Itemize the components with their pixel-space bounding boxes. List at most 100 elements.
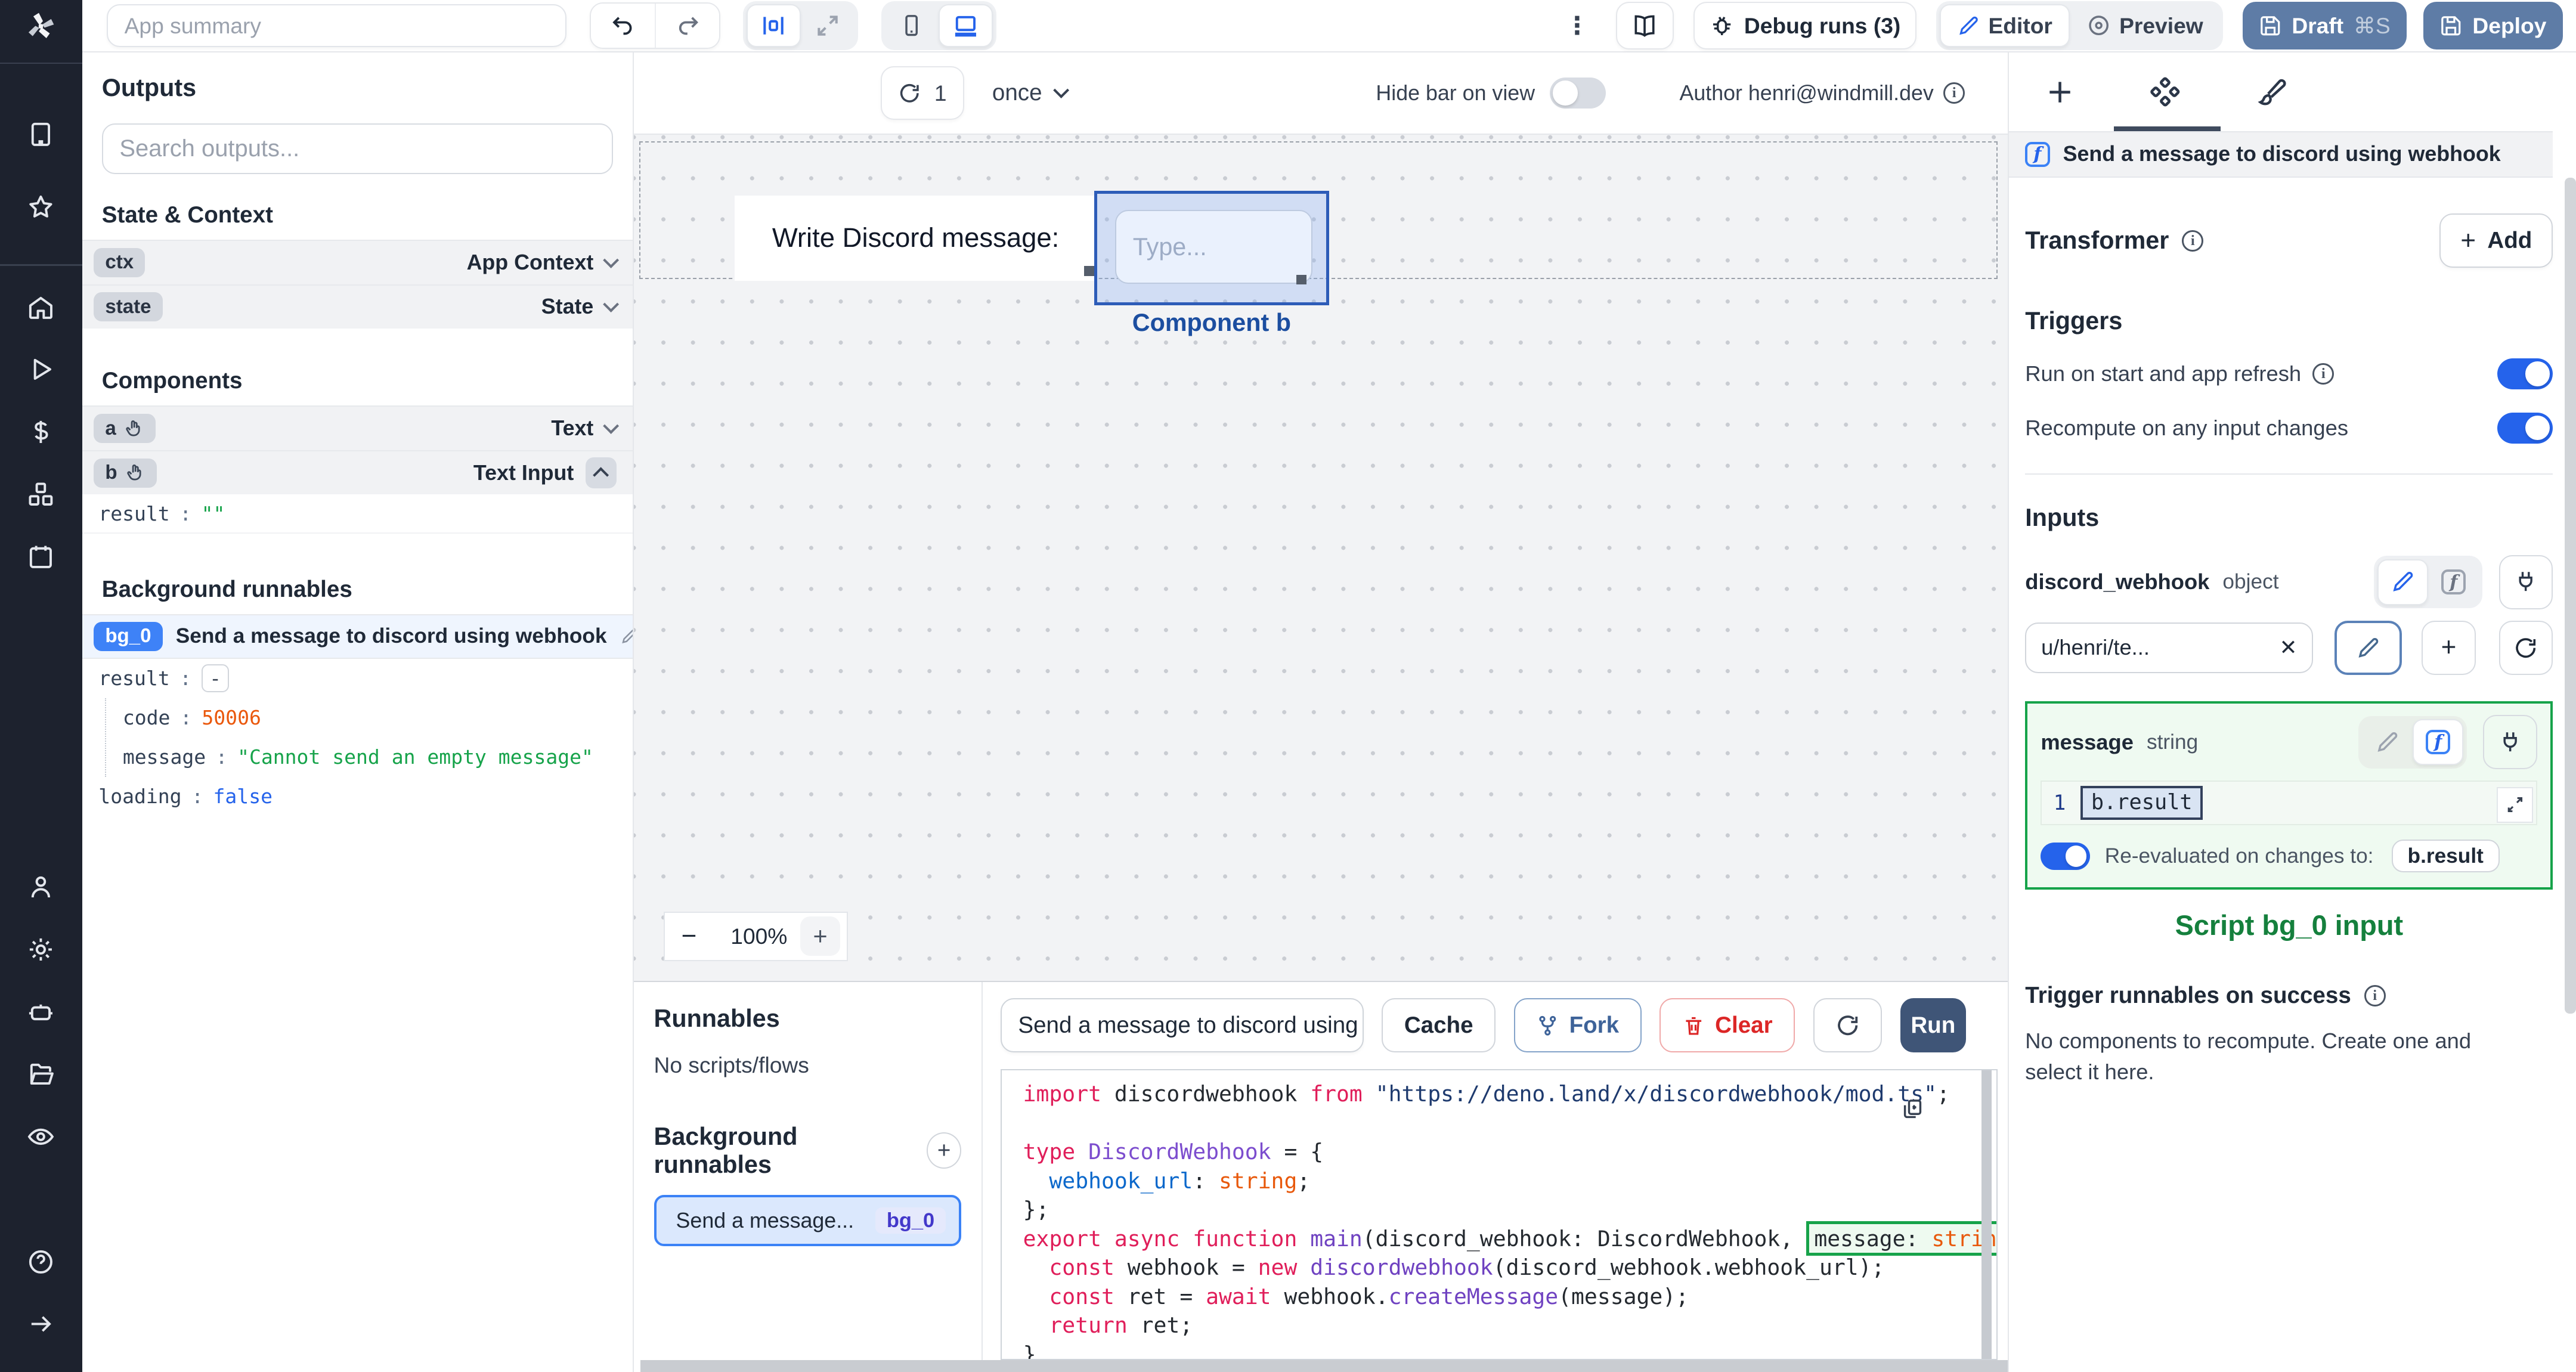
runs-play-icon[interactable]: [0, 338, 82, 401]
info-icon[interactable]: i: [2312, 363, 2334, 385]
favorites-star-icon[interactable]: [0, 176, 82, 239]
edit-pencil-icon[interactable]: [620, 627, 633, 645]
schedules-calendar-icon[interactable]: [0, 526, 82, 589]
zoom-in-button[interactable]: +: [800, 916, 840, 956]
collapse-result-button[interactable]: -: [201, 664, 230, 693]
windmill-logo-icon[interactable]: [0, 0, 82, 52]
selected-component-b[interactable]: [1094, 190, 1329, 306]
add-resource-button[interactable]: +: [2422, 620, 2476, 675]
text-component-label: Write Discord message:: [772, 222, 1060, 253]
input-mode-toggle: f: [2374, 556, 2482, 609]
runnable-item-bg0[interactable]: Send a message... bg_0: [654, 1195, 962, 1246]
script-name-input[interactable]: Send a message to discord using: [1000, 998, 1364, 1053]
more-options-menu-icon[interactable]: ⋮: [1558, 11, 1596, 40]
clear-x-icon[interactable]: ✕: [2279, 636, 2297, 660]
app-summary-input[interactable]: [107, 4, 567, 47]
eval-mode-function-button[interactable]: f: [2428, 559, 2479, 605]
app-canvas[interactable]: Write Discord message: Component b − 100…: [634, 134, 2008, 981]
bg0-result-row[interactable]: result: -: [82, 659, 633, 698]
mobile-view-button[interactable]: [884, 4, 939, 47]
info-icon[interactable]: i: [1943, 82, 1965, 104]
resource-picker-input[interactable]: u/henri/te... ✕: [2025, 622, 2314, 674]
clear-button[interactable]: Clear: [1659, 998, 1795, 1053]
run-mode-dropdown[interactable]: once: [992, 80, 1069, 106]
component-settings-panel: f Send a message to discord using webhoo…: [2007, 52, 2576, 1372]
editor-tab[interactable]: Editor: [1939, 4, 2070, 47]
component-row-a[interactable]: a Text: [82, 405, 633, 450]
user-icon[interactable]: [0, 856, 82, 918]
undo-button[interactable]: [591, 3, 655, 48]
home-icon[interactable]: [0, 276, 82, 339]
refresh-resource-button[interactable]: [2498, 620, 2553, 675]
expression-token[interactable]: b.result: [2080, 785, 2203, 820]
refresh-count-button[interactable]: 1: [880, 66, 965, 120]
folders-icon[interactable]: [0, 1043, 82, 1106]
info-icon[interactable]: i: [2364, 985, 2386, 1007]
cache-button[interactable]: Cache: [1382, 998, 1496, 1053]
text-component-a[interactable]: Write Discord message:: [734, 195, 1098, 281]
fullscreen-layout-button[interactable]: [801, 4, 855, 47]
connect-plug-button[interactable]: [2498, 555, 2553, 609]
fork-button[interactable]: Fork: [1513, 998, 1642, 1053]
deploy-button[interactable]: Deploy: [2423, 2, 2563, 50]
input-name: message: [2041, 729, 2134, 754]
add-background-runnable-button[interactable]: +: [926, 1132, 962, 1169]
workers-robot-icon[interactable]: [0, 981, 82, 1043]
workspace-icon[interactable]: [0, 104, 82, 166]
add-transformer-button[interactable]: + Add: [2439, 213, 2553, 268]
output-row-ctx[interactable]: ctx App Context: [82, 240, 633, 284]
settings-gear-icon[interactable]: [0, 918, 82, 981]
recompute-toggle[interactable]: [2497, 412, 2553, 444]
discord-webhook-input-header: discord_webhook object f: [2025, 555, 2553, 609]
expand-editor-button[interactable]: [2497, 786, 2533, 823]
docs-book-button[interactable]: [1615, 2, 1674, 50]
refresh-script-button[interactable]: [1813, 998, 1883, 1053]
chevron-down-icon[interactable]: [602, 296, 619, 313]
search-outputs-input[interactable]: [119, 135, 596, 162]
component-b-result-row[interactable]: result: "": [82, 494, 633, 534]
expand-sidebar-arrow-icon[interactable]: [0, 1293, 82, 1355]
code-scrollbar[interactable]: [1981, 1070, 1992, 1359]
chevron-down-icon[interactable]: [602, 252, 619, 268]
audit-eye-icon[interactable]: [0, 1105, 82, 1168]
debug-runs-button[interactable]: Debug runs (3): [1693, 2, 1917, 50]
static-mode-pencil-button[interactable]: [2377, 559, 2429, 605]
variables-dollar-icon[interactable]: [0, 401, 82, 463]
static-mode-pencil-button[interactable]: [2362, 719, 2413, 765]
draft-button[interactable]: Draft ⌘S: [2242, 2, 2407, 50]
resources-cubes-icon[interactable]: [0, 463, 82, 526]
run-on-start-toggle[interactable]: [2497, 358, 2553, 390]
panel-scrollbar[interactable]: [2564, 177, 2576, 1014]
search-outputs-box: [101, 123, 614, 175]
text-input-component[interactable]: [1115, 210, 1312, 284]
reeval-target-badge[interactable]: b.result: [2391, 840, 2500, 873]
desktop-view-button[interactable]: [939, 4, 993, 47]
resize-handle[interactable]: [1084, 266, 1094, 276]
zoom-out-button[interactable]: −: [682, 921, 718, 951]
run-button[interactable]: Run: [1900, 998, 1966, 1053]
collapse-row-button[interactable]: [585, 457, 617, 489]
styling-brush-tab[interactable]: [2240, 64, 2299, 120]
connect-plug-button[interactable]: [2483, 715, 2538, 770]
hide-bar-toggle[interactable]: [1549, 77, 1606, 109]
code-content: import discordwebhook from "https://deno…: [1002, 1070, 1997, 1359]
runnable-item-label: Send a message...: [676, 1208, 854, 1232]
component-settings-tab[interactable]: [2135, 64, 2194, 120]
insert-component-tab[interactable]: [2030, 64, 2089, 120]
preview-tab[interactable]: Preview: [2070, 4, 2219, 47]
code-editor[interactable]: import discordwebhook from "https://deno…: [1000, 1069, 1998, 1361]
component-row-b[interactable]: b Text Input: [82, 450, 633, 495]
eval-mode-function-button[interactable]: f: [2413, 719, 2464, 766]
redo-button[interactable]: [655, 3, 719, 48]
expression-editor-row[interactable]: 1 b.result: [2041, 781, 2538, 825]
copy-code-icon[interactable]: [1900, 1097, 1924, 1128]
resize-handle[interactable]: [1296, 274, 1306, 285]
centered-layout-button[interactable]: [746, 4, 801, 47]
bg0-row[interactable]: bg_0 Send a message to discord using web…: [82, 614, 633, 659]
help-icon[interactable]: [0, 1231, 82, 1293]
reeval-toggle[interactable]: [2041, 842, 2090, 871]
info-icon[interactable]: i: [2182, 230, 2204, 252]
chevron-down-icon[interactable]: [602, 417, 619, 435]
edit-resource-button[interactable]: [2334, 620, 2402, 675]
output-row-state[interactable]: state State: [82, 284, 633, 329]
